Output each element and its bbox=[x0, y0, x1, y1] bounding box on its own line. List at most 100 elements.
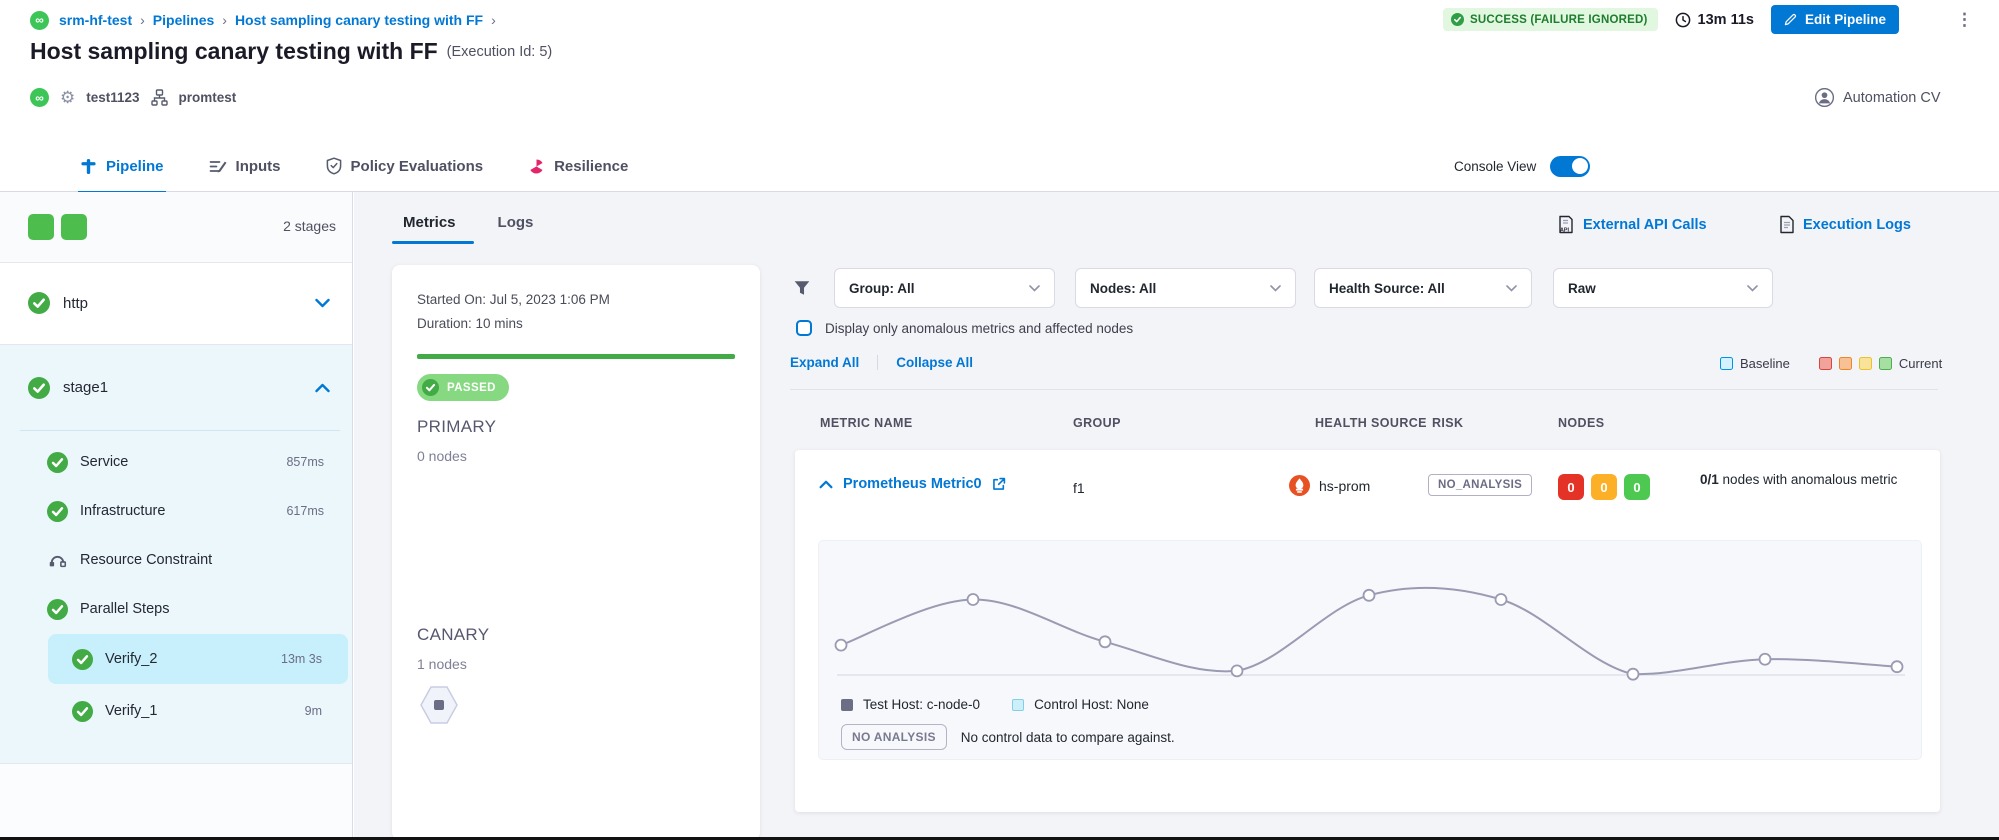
step-label: Parallel Steps bbox=[80, 601, 169, 617]
edit-pipeline-button[interactable]: Edit Pipeline bbox=[1771, 5, 1899, 34]
step-row-verify-1[interactable]: Verify_1 9m bbox=[48, 687, 348, 735]
started-on: Started On: Jul 5, 2023 1:06 PM bbox=[417, 292, 610, 307]
execution-meta: ∞ ⚙ test1123 promtest bbox=[30, 88, 236, 107]
primary-nodes: 0 nodes bbox=[417, 448, 467, 464]
tab-pipeline[interactable]: Pipeline bbox=[80, 140, 164, 192]
breadcrumb-separator: › bbox=[140, 12, 145, 28]
chevron-down-icon[interactable] bbox=[315, 298, 330, 308]
step-row-service[interactable]: Service 857ms bbox=[0, 438, 352, 486]
execution-id: (Execution Id: 5) bbox=[447, 44, 553, 60]
inputs-icon bbox=[209, 158, 227, 175]
service-name[interactable]: test1123 bbox=[86, 90, 139, 105]
expand-all-link[interactable]: Expand All bbox=[790, 355, 859, 370]
green-node-count: 0 bbox=[1624, 474, 1650, 500]
breadcrumb-project[interactable]: srm-hf-test bbox=[59, 12, 132, 28]
title-row: Host sampling canary testing with FF (Ex… bbox=[30, 38, 552, 65]
anomalous-filter-checkbox[interactable] bbox=[796, 320, 812, 336]
breadcrumb-separator: › bbox=[222, 12, 227, 28]
check-circle-icon bbox=[28, 377, 50, 399]
tab-resilience[interactable]: Resilience bbox=[528, 140, 628, 192]
analysis-status-row: NO ANALYSIS No control data to compare a… bbox=[841, 724, 1175, 750]
tab-policy-evaluations[interactable]: Policy Evaluations bbox=[326, 140, 484, 192]
stage-status-squares bbox=[28, 214, 87, 240]
data-mode-dropdown[interactable]: Raw bbox=[1553, 268, 1773, 308]
external-link-icon[interactable] bbox=[992, 477, 1006, 491]
execution-logs-link[interactable]: Execution Logs bbox=[1779, 215, 1911, 234]
stage-square-icon bbox=[61, 214, 87, 240]
collapse-chevron-up-icon[interactable] bbox=[819, 480, 833, 489]
canary-nodes: 1 nodes bbox=[417, 656, 467, 672]
step-row-parallel-steps[interactable]: Parallel Steps bbox=[0, 585, 352, 633]
tab-inputs-label: Inputs bbox=[236, 158, 281, 175]
execution-duration: 13m 11s bbox=[1675, 12, 1754, 28]
health-source-filter-dropdown[interactable]: Health Source: All bbox=[1314, 268, 1532, 308]
check-circle-icon bbox=[1451, 13, 1464, 26]
check-circle-icon bbox=[47, 599, 68, 620]
execution-logs-label: Execution Logs bbox=[1803, 217, 1911, 233]
health-source-filter-value: Health Source: All bbox=[1329, 281, 1445, 296]
step-duration: 13m 3s bbox=[281, 652, 322, 666]
metric-name-link[interactable]: Prometheus Metric0 bbox=[843, 476, 982, 492]
stage-square-icon bbox=[28, 214, 54, 240]
health-source-cell: hs-prom bbox=[1289, 475, 1370, 496]
chevron-up-icon[interactable] bbox=[315, 383, 330, 393]
active-tab-underline bbox=[392, 241, 474, 244]
control-host-label: Control Host: None bbox=[1034, 697, 1149, 712]
breadcrumb-pipelines[interactable]: Pipelines bbox=[153, 12, 214, 28]
tab-metrics[interactable]: Metrics bbox=[403, 214, 456, 231]
group-filter-value: Group: All bbox=[849, 281, 915, 296]
document-icon bbox=[1779, 215, 1795, 234]
tab-logs[interactable]: Logs bbox=[498, 214, 534, 231]
expand-collapse-controls: Expand All Collapse All bbox=[790, 355, 973, 370]
chevron-down-icon bbox=[1506, 285, 1517, 292]
passed-label: PASSED bbox=[447, 382, 496, 394]
stage-stage1-label: stage1 bbox=[63, 379, 108, 396]
shield-check-icon bbox=[326, 157, 342, 175]
group-cell: f1 bbox=[1073, 480, 1085, 496]
external-api-calls-link[interactable]: API External API Calls bbox=[1557, 215, 1707, 234]
stage-row-http[interactable]: http bbox=[0, 262, 352, 345]
tab-resilience-label: Resilience bbox=[554, 158, 628, 175]
step-row-resource-constraint[interactable]: Resource Constraint bbox=[0, 536, 352, 584]
step-label: Service bbox=[80, 454, 128, 470]
canary-label: CANARY bbox=[417, 625, 489, 645]
harness-project-icon: ∞ bbox=[30, 11, 49, 30]
passed-status-pill: PASSED bbox=[417, 374, 509, 401]
connector-name[interactable]: promtest bbox=[179, 90, 237, 105]
svg-text:API: API bbox=[1560, 228, 1569, 234]
resilience-icon bbox=[528, 158, 545, 175]
metric-line-chart[interactable] bbox=[819, 545, 1923, 705]
tab-inputs[interactable]: Inputs bbox=[209, 140, 281, 192]
verification-summary-card: Started On: Jul 5, 2023 1:06 PM Duration… bbox=[392, 265, 760, 840]
filter-funnel-icon[interactable] bbox=[793, 279, 811, 297]
control-host-swatch bbox=[1012, 699, 1024, 711]
pipeline-icon bbox=[80, 158, 97, 175]
check-circle-icon bbox=[28, 292, 50, 314]
anomalous-nodes-text: nodes with anomalous metric bbox=[1723, 472, 1898, 487]
api-document-icon: API bbox=[1557, 215, 1575, 234]
chevron-down-icon bbox=[1029, 285, 1040, 292]
tab-pipeline-label: Pipeline bbox=[106, 158, 164, 175]
canary-node-hexagon-icon[interactable] bbox=[419, 683, 459, 727]
step-duration: 857ms bbox=[286, 455, 324, 469]
stage-row-stage1[interactable]: stage1 bbox=[0, 345, 352, 430]
check-circle-icon bbox=[47, 501, 68, 522]
step-row-infrastructure[interactable]: Infrastructure 617ms bbox=[0, 487, 352, 535]
console-view-toggle[interactable] bbox=[1550, 156, 1590, 177]
nodes-filter-dropdown[interactable]: Nodes: All bbox=[1075, 268, 1296, 308]
resource-constraint-icon bbox=[47, 550, 68, 571]
host-legend: Test Host: c-node-0 Control Host: None bbox=[841, 697, 1149, 712]
step-row-verify-2-selected[interactable]: Verify_2 13m 3s bbox=[48, 634, 348, 684]
breadcrumb-pipeline-name[interactable]: Host sampling canary testing with FF bbox=[235, 12, 483, 28]
nodes-filter-value: Nodes: All bbox=[1090, 281, 1156, 296]
group-filter-dropdown[interactable]: Group: All bbox=[834, 268, 1055, 308]
verify-step-tabs: Metrics Logs bbox=[403, 202, 533, 242]
risk-badge: NO_ANALYSIS bbox=[1428, 474, 1532, 496]
metric-row-card: Prometheus Metric0 f1 hs-prom NO_ANALYSI… bbox=[795, 450, 1940, 812]
stage-divider bbox=[20, 430, 340, 431]
anomalous-nodes-ratio: 0/1 bbox=[1700, 472, 1719, 487]
collapse-all-link[interactable]: Collapse All bbox=[896, 355, 973, 370]
kebab-menu-icon[interactable]: ⋮ bbox=[1956, 11, 1973, 28]
step-label: Verify_1 bbox=[105, 703, 157, 719]
page-title: Host sampling canary testing with FF bbox=[30, 38, 438, 65]
